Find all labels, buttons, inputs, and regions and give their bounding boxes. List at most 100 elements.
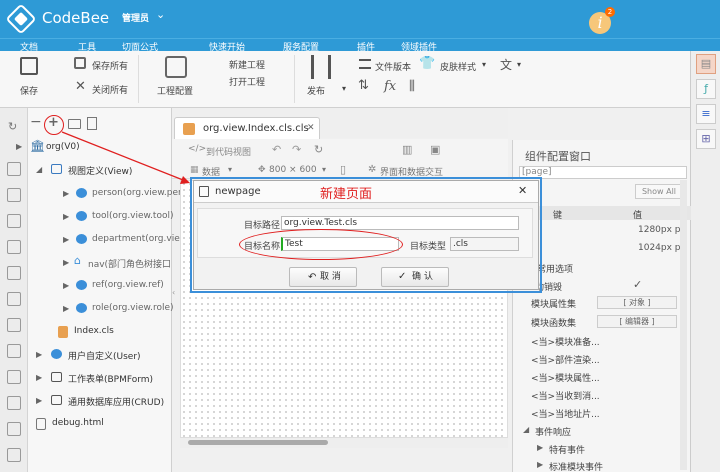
formula-icon[interactable]: fx <box>384 79 396 94</box>
page-icon[interactable]: ▤ <box>696 54 716 74</box>
sliders-icon[interactable]: ⫼ <box>409 79 415 94</box>
standard-events-label[interactable]: 标准模块事件 <box>549 460 603 472</box>
refresh-icon[interactable]: ↻ <box>314 143 323 156</box>
event-row[interactable]: <当>模块属性... <box>531 371 600 384</box>
file-icon[interactable] <box>87 117 97 130</box>
shirt-icon[interactable]: 👕 <box>419 56 435 71</box>
project-config-button[interactable]: 工程配置 <box>157 84 193 97</box>
expand-arrow-icon[interactable]: ▶ <box>537 460 543 469</box>
prop-object-button[interactable]: [ 对象 ] <box>597 296 677 309</box>
special-events-label[interactable]: 特有事件 <box>549 443 585 456</box>
collapse-icon[interactable]: − <box>30 114 42 130</box>
dropdown-icon[interactable]: ▾ <box>228 165 232 174</box>
gear-icon[interactable]: ✲ <box>368 164 376 175</box>
collapse-left-icon[interactable]: ‹ <box>172 288 175 297</box>
file-version-button[interactable]: 文件版本 <box>375 60 411 73</box>
widget-icon[interactable] <box>7 162 21 176</box>
code-view-button[interactable]: 到代码视图 <box>206 145 251 158</box>
mobile-icon[interactable] <box>7 292 21 306</box>
columns-icon[interactable]: ▥ <box>402 143 412 156</box>
layout-icon[interactable] <box>7 318 21 332</box>
save-all-button[interactable]: 保存所有 <box>92 59 128 72</box>
tree-item-role[interactable]: role(org.view.role) <box>92 303 174 313</box>
publish-button[interactable]: 发布 <box>307 84 325 97</box>
tree-item-department[interactable]: department(org.vie <box>92 234 180 244</box>
align-icon[interactable]: ⇅ <box>358 78 369 93</box>
settings-icon[interactable] <box>7 448 21 462</box>
height-value[interactable]: 1024px px <box>638 243 686 253</box>
tree-bpm-form[interactable]: 工作表单(BPMForm) <box>68 372 153 385</box>
undo-icon[interactable]: ↶ <box>272 143 281 156</box>
grid-icon[interactable] <box>7 422 21 436</box>
text-icon[interactable] <box>7 214 21 228</box>
translate-icon[interactable]: 文 <box>500 56 512 73</box>
publish-icon[interactable] <box>311 55 331 79</box>
scrollbar-thumb[interactable] <box>188 440 328 445</box>
mobile-icon[interactable]: ▯ <box>340 163 346 176</box>
tree-index-file[interactable]: Index.cls <box>74 326 114 336</box>
tree-root[interactable]: org(V0) <box>46 142 80 152</box>
database-icon[interactable]: ≡ <box>696 104 716 124</box>
save-all-icon[interactable] <box>74 57 86 69</box>
event-row[interactable]: <当>当收到消... <box>531 389 600 402</box>
event-row[interactable]: <当>当地址片... <box>531 407 600 420</box>
tree-view-def[interactable]: 视图定义(View) <box>68 164 132 177</box>
save-button[interactable]: 保存 <box>20 84 38 97</box>
code-icon[interactable]: </> <box>188 144 206 154</box>
expand-arrow-icon[interactable]: ◢ <box>523 425 529 434</box>
expand-arrow-icon[interactable]: ▶ <box>36 350 42 359</box>
vertical-scrollbar[interactable] <box>680 180 687 470</box>
tree-item-ref[interactable]: ref(org.view.ref) <box>92 280 164 290</box>
tree-user-def[interactable]: 用户自定义(User) <box>68 349 141 362</box>
expand-arrow-icon[interactable]: ▶ <box>36 373 42 382</box>
expand-arrow-icon[interactable]: ▶ <box>16 142 22 151</box>
open-project-button[interactable]: 打开工程 <box>229 75 265 88</box>
refresh-icon[interactable]: ↻ <box>8 120 17 133</box>
tab-close-icon[interactable]: ✕ <box>307 123 315 133</box>
expand-arrow-icon[interactable]: ▶ <box>63 258 69 267</box>
form-icon[interactable] <box>7 240 21 254</box>
modules-icon[interactable]: ⊞ <box>696 129 716 149</box>
expand-arrow-icon[interactable]: ◢ <box>36 165 42 174</box>
user-menu[interactable]: 管理员 <box>122 11 149 24</box>
tree-crud[interactable]: 通用数据库应用(CRUD) <box>68 395 164 408</box>
file-version-icon[interactable] <box>359 59 371 69</box>
expand-arrow-icon[interactable]: ▶ <box>36 396 42 405</box>
tree-debug-file[interactable]: debug.html <box>52 418 104 428</box>
expand-arrow-icon[interactable]: ▶ <box>63 189 69 198</box>
window-icon[interactable]: ▣ <box>430 143 440 156</box>
show-all-button[interactable]: Show All <box>635 184 683 199</box>
layers-icon[interactable] <box>7 344 21 358</box>
tree-item-tool[interactable]: tool(org.view.tool) <box>92 211 174 221</box>
redo-icon[interactable]: ↷ <box>292 143 301 156</box>
close-icon[interactable]: ✕ <box>75 79 86 94</box>
expand-arrow-icon[interactable]: ▶ <box>63 281 69 290</box>
project-config-icon[interactable] <box>165 56 187 78</box>
fx-icon[interactable]: ƒ <box>696 79 716 99</box>
component-search-input[interactable]: [page] <box>519 166 687 179</box>
expand-arrow-icon[interactable]: ▶ <box>63 212 69 221</box>
new-project-button[interactable]: 新建工程 <box>229 58 265 71</box>
tree-item-nav[interactable]: nav(部门角色树接口 <box>88 257 171 270</box>
list-icon[interactable] <box>7 266 21 280</box>
event-row[interactable]: <当>部件渲染... <box>531 353 600 366</box>
check-icon[interactable]: ✓ <box>633 278 642 291</box>
palette-icon[interactable] <box>7 396 21 410</box>
skin-style-button[interactable]: 皮肤样式 <box>440 60 476 73</box>
skin-dropdown-icon[interactable]: ▾ <box>482 60 486 69</box>
chevron-down-icon[interactable]: ⌄ <box>156 8 165 21</box>
translate-dropdown-icon[interactable]: ▾ <box>517 60 521 69</box>
expand-arrow-icon[interactable]: ▶ <box>63 235 69 244</box>
width-value[interactable]: 1280px px <box>638 225 686 235</box>
panel-icon[interactable] <box>7 188 21 202</box>
expand-arrow-icon[interactable]: ▶ <box>63 304 69 313</box>
expand-arrow-icon[interactable]: ▶ <box>537 443 543 452</box>
data-icon[interactable]: ▦ <box>190 165 199 175</box>
save-icon[interactable] <box>20 57 38 75</box>
tab-index-cls[interactable]: org.view.Index.cls.cls ✕ <box>174 117 320 139</box>
folder-icon[interactable] <box>68 119 81 129</box>
publish-dropdown-icon[interactable]: ▾ <box>342 84 346 93</box>
tree-item-person[interactable]: person(org.view.per <box>92 188 182 198</box>
event-row[interactable]: <当>模块准备... <box>531 335 600 348</box>
prop-editor-button[interactable]: [ 编辑器 ] <box>597 315 677 328</box>
